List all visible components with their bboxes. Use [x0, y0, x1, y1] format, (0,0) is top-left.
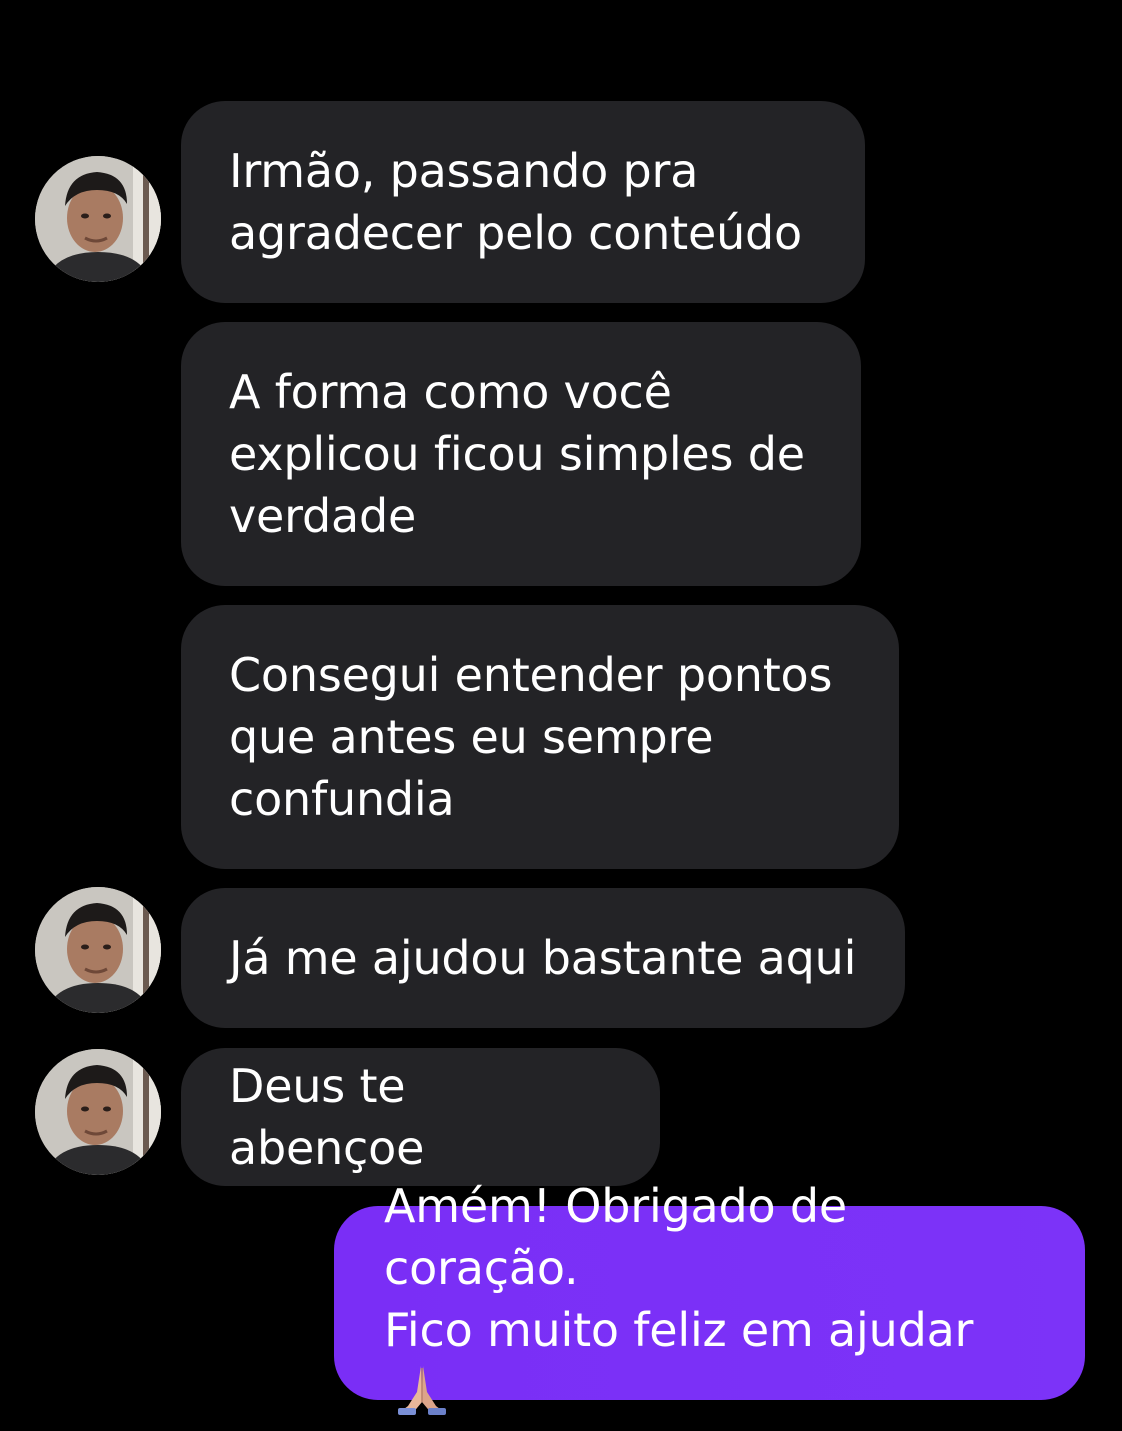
message-text: Amém! Obrigado de coração. Fico muito fe… — [384, 1175, 1039, 1431]
message-bubble-5[interactable]: Deus te abençoe — [181, 1048, 660, 1186]
message-text: Deus te abençoe — [229, 1059, 425, 1175]
message-bubble-4[interactable]: Já me ajudou bastante aqui — [181, 888, 905, 1028]
avatar-photo-icon — [35, 887, 161, 1013]
avatar-photo-icon — [35, 1049, 161, 1175]
avatar-photo-icon — [35, 156, 161, 282]
chat-thread: Irmão, passando pra agradecer pelo conte… — [0, 0, 1122, 1415]
message-text: Irmão, passando pra agradecer pelo conte… — [229, 144, 802, 260]
message-text-content: Amém! Obrigado de coração. Fico muito fe… — [384, 1179, 974, 1357]
message-text: A forma como você explicou ficou simples… — [229, 365, 805, 543]
contact-avatar[interactable] — [35, 156, 161, 282]
message-bubble-outgoing[interactable]: Amém! Obrigado de coração. Fico muito fe… — [334, 1179, 1085, 1415]
message-text: Já me ajudou bastante aqui — [229, 931, 857, 985]
message-bubble-2[interactable]: A forma como você explicou ficou simples… — [181, 322, 861, 586]
folded-hands-icon — [394, 1362, 450, 1431]
contact-avatar[interactable] — [35, 1049, 161, 1175]
contact-avatar[interactable] — [35, 887, 161, 1013]
message-text: Consegui entender pontos que antes eu se… — [229, 648, 833, 826]
message-bubble-3[interactable]: Consegui entender pontos que antes eu se… — [181, 605, 899, 869]
message-bubble-1[interactable]: Irmão, passando pra agradecer pelo conte… — [181, 101, 865, 303]
